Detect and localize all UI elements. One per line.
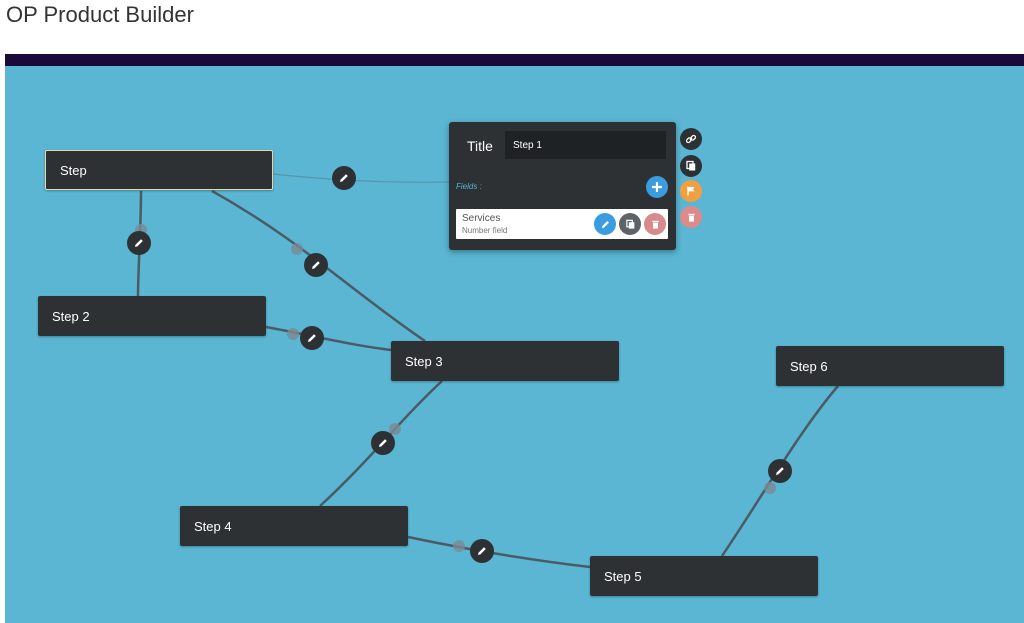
link-step-button[interactable] [680,128,702,150]
step-node[interactable]: Step 5 [590,556,818,596]
step-node-label: Step 2 [52,308,90,324]
field-item[interactable]: Services Number field [456,209,668,239]
flag-step-button[interactable] [680,180,702,202]
pencil-icon [340,174,348,182]
trash-icon [687,213,695,222]
delete-field-button[interactable] [644,213,666,235]
step-node-label: Step [60,162,87,178]
field-type: Number field [462,226,508,235]
page-title: OP Product Builder [6,2,194,27]
connection-handle[interactable] [291,243,303,255]
step-node[interactable]: Step [45,150,273,190]
canvas-top-bar [5,54,1024,66]
plus-icon [652,182,662,192]
add-field-button[interactable] [646,176,668,198]
step-node[interactable]: Step 2 [38,296,266,336]
fields-label: Fields : [456,182,482,191]
copy-icon [625,219,634,229]
step-node-label: Step 5 [604,568,642,584]
step-node-label: Step 3 [405,353,443,369]
step-node[interactable]: Step 3 [391,341,619,381]
edit-connection-button[interactable] [470,539,494,563]
pencil-icon [478,547,486,555]
pencil-icon [379,439,387,447]
title-input[interactable] [505,131,666,159]
connection-handle[interactable] [287,328,299,340]
pencil-icon [601,220,609,228]
title-label: Title [467,138,493,154]
link-icon [685,134,697,144]
edit-connection-button[interactable] [768,459,792,483]
pencil-icon [776,467,784,475]
duplicate-step-button[interactable] [680,155,702,177]
step-node[interactable]: Step 6 [776,346,1004,386]
copy-icon [686,160,696,171]
step-editor-panel: Title Fields : Services Number field [449,122,676,250]
copy-field-button[interactable] [619,213,641,235]
edit-connection-button[interactable] [300,326,324,350]
edit-field-button[interactable] [594,213,616,235]
edit-connection-button[interactable] [127,231,151,255]
trash-icon [651,220,659,229]
pencil-icon [308,334,316,342]
flag-icon [687,186,695,196]
field-name: Services [462,213,501,224]
step-node-label: Step 4 [194,518,232,534]
step-node-label: Step 6 [790,358,828,374]
edit-connection-button[interactable] [371,431,395,455]
connection-handle[interactable] [764,482,776,494]
delete-step-button[interactable] [680,206,702,228]
connection-handle[interactable] [453,540,465,552]
pencil-icon [135,239,143,247]
step-node[interactable]: Step 4 [180,506,408,546]
edit-connection-button[interactable] [304,253,328,277]
pencil-icon [312,261,320,269]
edit-connection-button[interactable] [332,166,356,190]
